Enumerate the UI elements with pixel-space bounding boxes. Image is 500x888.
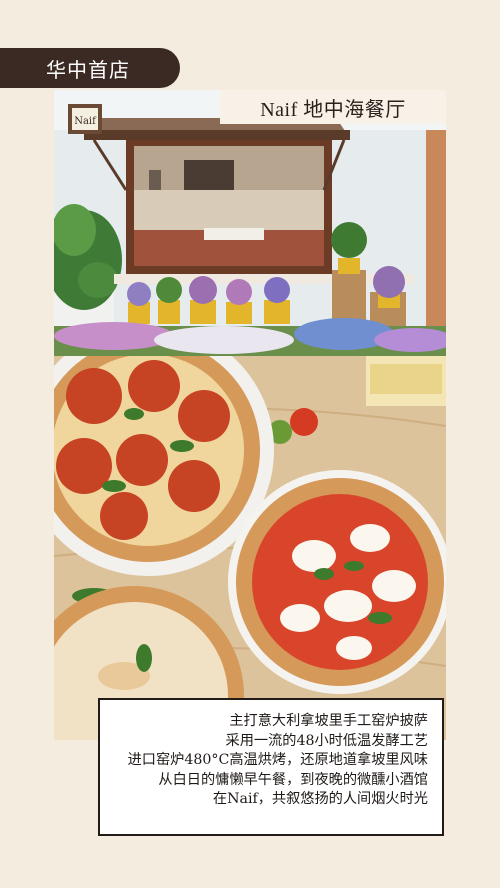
- description-line: 主打意大利拿坡里手工窑炉披萨: [229, 713, 428, 729]
- description-line: 从白日的慵懒早午餐，到夜晚的微醺小酒馆: [158, 771, 428, 788]
- description-box: 主打意大利拿坡里手工窑炉披萨 采用一流的48小时低温发酵工艺 进口窑炉480°C…: [98, 698, 444, 836]
- storefront-photo-frame: Naif Naif 地中海餐厅: [54, 90, 446, 356]
- pizza-photo: [54, 356, 446, 740]
- restaurant-title: Naif 地中海餐厅: [220, 90, 446, 124]
- storefront-photo: Naif Naif 地中海餐厅: [54, 90, 446, 356]
- description-line: 在Naif，共叙悠扬的人间烟火时光: [212, 791, 428, 807]
- description-line: 采用一流的48小时低温发酵工艺: [225, 732, 429, 749]
- store-badge: 华中首店: [0, 48, 180, 88]
- sign-text: Naif: [74, 116, 97, 127]
- storefront-illustration: Naif: [54, 90, 446, 356]
- description-line: 进口窑炉480°C高温烘烤，还原地道拿坡里风味: [127, 752, 428, 768]
- store-badge-label: 华中首店: [46, 57, 130, 82]
- pizza-illustration: [54, 356, 446, 740]
